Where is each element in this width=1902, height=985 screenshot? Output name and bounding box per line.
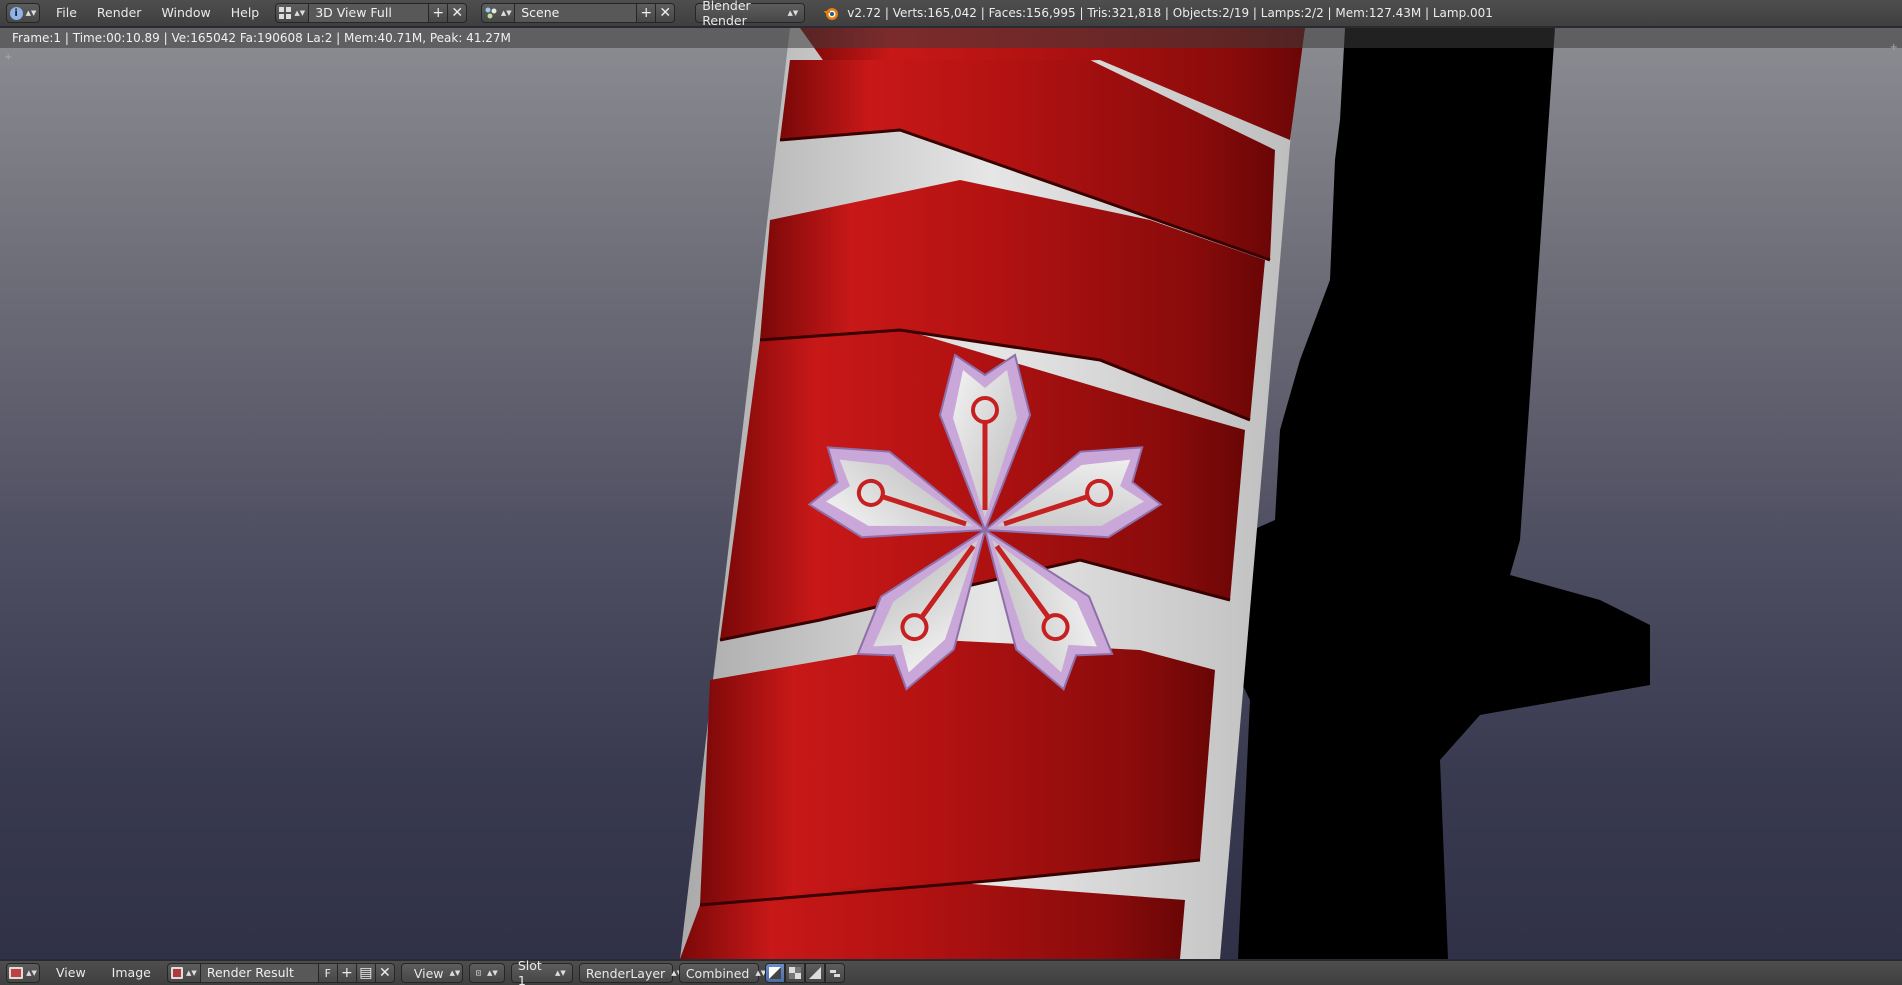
view-mode-dropdown[interactable]: View ▲▼ <box>400 963 463 983</box>
scene-icon <box>485 7 497 19</box>
info-menu: File Render Window Help <box>46 3 269 23</box>
checker-icon <box>788 967 801 979</box>
render-result-image <box>680 28 1650 959</box>
image-browser: ▲▼ Render Result F + ▤ ✕ <box>166 963 395 983</box>
updown-arrows-icon: ▲▼ <box>555 968 566 977</box>
updown-arrows-icon: ▲▼ <box>185 968 197 977</box>
delete-scene-button[interactable]: ✕ <box>656 3 676 23</box>
add-scene-button[interactable]: + <box>637 3 657 23</box>
display-alpha-button[interactable] <box>784 963 805 983</box>
slot-dropdown[interactable]: Slot 1 ▲▼ <box>510 958 573 985</box>
updown-arrows-icon: ▲▼ <box>787 8 799 17</box>
updown-arrows-icon: ▲▼ <box>500 8 512 17</box>
menu-image[interactable]: Image <box>102 963 161 983</box>
folder-icon: ▤ <box>359 965 373 981</box>
plus-icon: + <box>640 5 653 21</box>
display-channels-group <box>764 963 845 983</box>
new-image-button[interactable]: + <box>337 963 357 983</box>
area-split-corner-icon[interactable]: + <box>1890 42 1898 53</box>
unlink-image-button[interactable]: ✕ <box>375 963 395 983</box>
color-alpha-icon <box>768 967 781 979</box>
menu-render[interactable]: Render <box>87 3 152 23</box>
image-name-field[interactable]: Render Result <box>200 963 319 983</box>
display-zbuffer-button[interactable] <box>804 963 825 983</box>
pivot-dropdown[interactable]: ▲▼ <box>468 963 505 983</box>
updown-arrows-icon: ▲▼ <box>26 968 37 977</box>
screen-layout-icon <box>279 7 292 19</box>
image-editor-header: ▲▼ View Image ▲▼ Render Result F + ▤ ✕ V… <box>0 958 1902 985</box>
menu-window[interactable]: Window <box>151 3 220 23</box>
image-editor-viewport[interactable]: Frame:1 | Time:00:10.89 | Ve:165042 Fa:1… <box>0 28 1902 959</box>
slot-label: Slot 1 <box>517 958 542 985</box>
scene-dropdown[interactable]: ▲▼ <box>481 3 516 23</box>
render-engine-label: Blender Render <box>702 0 751 28</box>
editor-type-selector[interactable]: ▲▼ <box>6 963 40 983</box>
sequencer-preview-button[interactable] <box>824 963 845 983</box>
plus-icon: + <box>340 965 353 981</box>
zbuffer-icon <box>808 967 821 979</box>
menu-view[interactable]: View <box>46 963 96 983</box>
blender-logo-icon <box>824 8 839 20</box>
pivot-icon <box>475 970 481 976</box>
plus-icon: + <box>432 5 445 21</box>
delete-screen-button[interactable]: ✕ <box>448 3 468 23</box>
sequencer-icon <box>829 970 840 977</box>
scene-name-field[interactable]: Scene <box>515 3 638 23</box>
fake-user-button[interactable]: F <box>318 963 338 983</box>
render-layer-dropdown[interactable]: RenderLayer ▲▼ <box>578 963 682 983</box>
render-engine-dropdown[interactable]: Blender Render ▲▼ <box>695 0 806 28</box>
info-header: i ▲▼ File Render Window Help ▲▼ 3D View … <box>0 0 1902 28</box>
screen-layout-selector: ▲▼ 3D View Full + ✕ <box>275 3 468 23</box>
render-pass-label: Combined <box>685 965 750 981</box>
image-editor-icon <box>9 967 24 979</box>
close-icon: ✕ <box>659 5 672 21</box>
image-icon <box>170 967 183 979</box>
updown-arrows-icon: ▲▼ <box>294 8 306 17</box>
display-color-alpha-button[interactable] <box>764 963 785 983</box>
area-split-corner-icon[interactable]: + <box>4 52 12 63</box>
close-icon: ✕ <box>378 965 391 981</box>
menu-file[interactable]: File <box>46 3 87 23</box>
render-layer-label: RenderLayer <box>585 965 666 981</box>
render-info-bar: Frame:1 | Time:00:10.89 | Ve:165042 Fa:1… <box>0 28 1902 48</box>
view-mode-label: View <box>413 965 444 981</box>
updown-arrows-icon: ▲▼ <box>449 968 461 977</box>
updown-arrows-icon: ▲▼ <box>487 968 498 977</box>
scene-selector: ▲▼ Scene + ✕ <box>481 3 676 23</box>
updown-arrows-icon: ▲▼ <box>25 8 37 17</box>
open-image-button[interactable]: ▤ <box>356 963 376 983</box>
menu-help[interactable]: Help <box>221 3 270 23</box>
editor-type-selector[interactable]: i ▲▼ <box>6 3 40 23</box>
close-icon: ✕ <box>451 5 464 21</box>
render-pass-dropdown[interactable]: Combined ▲▼ <box>678 963 766 983</box>
scene-statistics: v2.72 | Verts:165,042 | Faces:156,995 | … <box>847 6 1493 20</box>
image-browse-dropdown[interactable]: ▲▼ <box>166 963 201 983</box>
info-icon: i <box>9 6 23 20</box>
screen-layout-name-field[interactable]: 3D View Full <box>309 3 430 23</box>
add-screen-button[interactable]: + <box>429 3 449 23</box>
screen-layout-dropdown[interactable]: ▲▼ <box>275 3 310 23</box>
